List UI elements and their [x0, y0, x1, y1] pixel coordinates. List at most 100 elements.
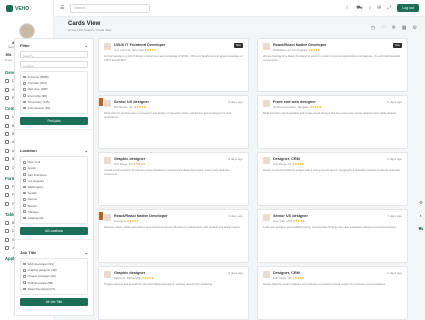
checkbox[interactable] — [23, 179, 26, 183]
filter-option[interactable]: Commission (50) — [23, 105, 85, 111]
card-title-block: Front end web designer Nvidia Corporation… — [273, 100, 322, 109]
fullscreen-icon[interactable]: ⤢ — [387, 5, 391, 11]
find-jobs-button[interactable]: Find jobs — [20, 117, 88, 126]
job-card[interactable]: Senior UX designer New York, USA ★★★★★ 7 d… — [257, 209, 408, 263]
gear-icon[interactable]: ⚙ — [413, 25, 417, 31]
palette-icon[interactable]: ◐ — [420, 213, 422, 218]
filter-option-label: Web developer (64) — [27, 262, 54, 267]
checkbox[interactable] — [23, 216, 26, 220]
job-title[interactable]: Front end web designer — [273, 100, 321, 104]
card-title-block: Graphic designer Rebicore, Partnership ★★… — [114, 271, 154, 280]
card-header: Front end web designer Nvidia Corporation… — [263, 100, 402, 109]
job-title-options: Web developer (64) Graphic designer (38) P… — [20, 258, 88, 295]
checkbox[interactable] — [23, 275, 26, 278]
checkbox[interactable] — [23, 100, 26, 104]
checkbox[interactable] — [23, 204, 26, 207]
filter-location-input[interactable]: Location — [20, 61, 88, 68]
job-title-section: Job Title ⌄ Web developer (64) Graphic des… — [15, 246, 93, 310]
job-description: Create visual concepts by hand or using … — [104, 169, 230, 176]
job-card[interactable]: React/React Native Developer Emergent ★★★… — [98, 209, 249, 263]
card-header: Designer, CRM Sun Diego, CA ★★★★★ 2 days a… — [263, 157, 402, 166]
job-card[interactable]: Front end web designer Nvidia Corporation… — [257, 95, 408, 149]
checkbox[interactable] — [23, 167, 26, 170]
job-description: Formal training in a UI/UX design enviro… — [104, 55, 243, 62]
checkbox[interactable] — [23, 268, 26, 272]
job-title[interactable]: Designer, CRM — [273, 157, 304, 161]
all-locations-button[interactable]: All Locations — [20, 227, 88, 235]
bookmark-ribbon — [99, 212, 103, 220]
breadcrumb[interactable]: Home / Job Search / Cards View — [68, 28, 411, 32]
job-card[interactable]: Graphic designer Dan Diego, CA ★★★★★ 2 day… — [98, 152, 249, 206]
job-description: Design email and CRM campaigns with a st… — [263, 169, 401, 172]
filter-option-label: Chicago — [27, 209, 39, 214]
job-title[interactable]: Designer, CRM — [273, 271, 304, 275]
clock-icon[interactable]: ◷ — [371, 25, 375, 31]
posted-time: 5 days ago — [387, 100, 402, 104]
checkbox[interactable] — [23, 281, 26, 284]
job-title[interactable]: Graphic designer — [114, 157, 145, 161]
job-card[interactable]: Senior UX designer Burshpoint, Inc. ★★★★★… — [98, 95, 249, 149]
job-title-header[interactable]: Job Title ⌄ — [20, 250, 88, 255]
job-title[interactable]: React/React Native Developer — [273, 43, 327, 47]
brand-logo[interactable]: VEHO — [0, 0, 53, 17]
location-section: Location ⌄ New York Austin San Francisco Los… — [15, 144, 93, 240]
menu-icon[interactable]: ☰ — [60, 5, 64, 11]
moon-icon[interactable]: ☾ — [346, 5, 350, 11]
chevron-down-icon: ⌄ — [84, 250, 88, 255]
search-input[interactable]: Search... — [70, 3, 151, 13]
checkbox[interactable] — [23, 160, 26, 164]
location-header[interactable]: Location ⌄ — [20, 148, 88, 153]
job-title[interactable]: React/React Native Developer — [114, 214, 168, 218]
checkbox[interactable] — [23, 106, 26, 110]
company-label: Zimbabwe Ltd, Los Angeles — [273, 48, 308, 52]
job-description: Lead user research and usability testing… — [263, 226, 397, 229]
all-job-title-button[interactable]: All Job Title — [20, 297, 88, 306]
heart-icon[interactable]: ♡ — [381, 25, 385, 31]
checkbox[interactable] — [23, 210, 26, 214]
checkbox[interactable] — [23, 198, 26, 201]
settings-icon[interactable]: ⚙ — [419, 200, 423, 205]
rating-stars: ★★★★★ — [292, 219, 305, 223]
job-card[interactable]: Designer, CRM Dan Diego, CA ★★★★★ 2 days a… — [257, 266, 408, 320]
checkbox[interactable] — [23, 191, 26, 195]
logout-button[interactable]: Log out — [397, 4, 419, 12]
filter-option-label: Temporary (145) — [27, 99, 50, 104]
job-title[interactable]: Senior UX designer — [273, 214, 308, 218]
filter-search-input[interactable]: Search.. — [20, 51, 88, 58]
job-card[interactable]: UI/UX IT Frontend Developer (L.A.) Pvt Lt… — [98, 38, 249, 92]
type-options: Full-time (8688) Contract (324) Part-time … — [20, 71, 88, 115]
rating-stars: ★★★★★ — [307, 48, 320, 52]
card-title-block: Graphic designer Dan Diego, CA ★★★★★ — [114, 157, 145, 166]
filter-option[interactable]: Indianapolis — [23, 215, 85, 221]
settings-icon[interactable]: ✲ — [392, 25, 396, 31]
job-card[interactable]: Designer, CRM Sun Diego, CA ★★★★★ 2 days a… — [257, 152, 408, 206]
checkbox[interactable] — [23, 173, 26, 176]
job-title[interactable]: Senior UX designer — [114, 100, 149, 104]
avatar[interactable] — [18, 23, 35, 39]
job-card[interactable]: Graphic designer Rebicore, Partnership ★★… — [98, 266, 249, 320]
filter-section: Filter ⌄ Search.. Location Full-time (868… — [15, 39, 93, 131]
menu-item-icon — [5, 115, 9, 120]
card-title-block: React/React Native Developer Zimbabwe Ltd… — [273, 43, 327, 52]
calendar-icon[interactable]: ▦ — [402, 25, 407, 31]
cart-icon[interactable]: ⛟ — [418, 226, 423, 232]
job-description: Build the front end of websites and crea… — [263, 112, 398, 115]
bell-icon[interactable]: ♪ — [369, 5, 372, 11]
location-options: New York Austin San Francisco Los Angeles Wa… — [20, 156, 88, 224]
filter-option[interactable]: React Developer(71) — [23, 286, 85, 292]
checkbox[interactable] — [23, 81, 26, 85]
job-title[interactable]: Graphic designer — [114, 271, 154, 275]
checkbox[interactable] — [23, 94, 26, 97]
page-actions: ◷ ♡ ✲ ▦ ⚙ — [371, 25, 417, 31]
menu-item-icon — [5, 79, 9, 84]
chat-icon[interactable]: ✉ — [377, 5, 381, 11]
filter-header[interactable]: Filter ⌄ — [20, 43, 88, 48]
cart-icon[interactable]: ⛟ — [356, 5, 362, 12]
checkbox[interactable] — [23, 88, 26, 91]
job-card[interactable]: React/React Native Developer Zimbabwe Ltd… — [257, 38, 408, 92]
checkbox[interactable] — [23, 75, 26, 79]
checkbox[interactable] — [23, 262, 26, 266]
job-title[interactable]: UI/UX IT Frontend Developer — [114, 43, 165, 47]
checkbox[interactable] — [23, 185, 26, 189]
checkbox[interactable] — [23, 287, 26, 291]
